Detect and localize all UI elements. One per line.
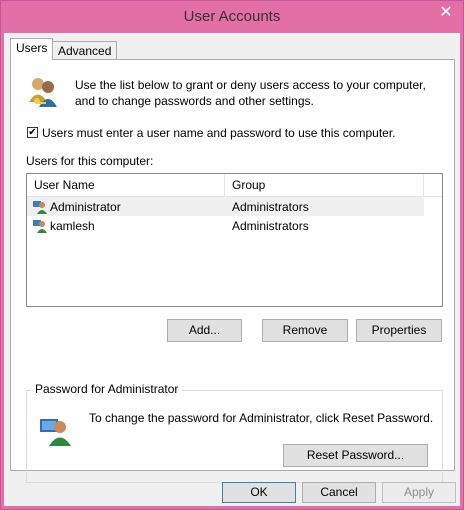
checkmark-icon: ✔: [28, 126, 37, 138]
user-accounts-window: User Accounts ✕ Users Advanced Use the l…: [0, 0, 464, 510]
column-divider[interactable]: [423, 174, 424, 196]
users-list[interactable]: User Name Group Administrator Administra…: [26, 173, 443, 307]
password-instructions: To change the password for Administrator…: [89, 411, 434, 425]
window-title: User Accounts: [183, 8, 281, 25]
intro-line-1: Use the list below to grant or deny user…: [75, 78, 426, 92]
password-groupbox: To change the password for Administrator…: [26, 390, 443, 483]
password-group-title: Password for Administrator: [31, 382, 183, 396]
user-icon: [33, 220, 47, 233]
user-name-cell: Administrator: [50, 200, 121, 214]
column-header-user-name[interactable]: User Name: [34, 178, 95, 192]
reset-password-button[interactable]: Reset Password...: [283, 444, 428, 467]
intro-text: Use the list below to grant or deny user…: [75, 77, 445, 109]
intro-line-2: and to change passwords and other settin…: [75, 94, 314, 108]
column-divider[interactable]: [224, 174, 225, 196]
require-password-checkbox[interactable]: ✔: [27, 127, 38, 138]
apply-button[interactable]: Apply: [382, 482, 456, 503]
user-name-cell: kamlesh: [50, 219, 95, 233]
users-list-label: Users for this computer:: [26, 154, 154, 168]
table-row[interactable]: kamlesh Administrators: [27, 216, 424, 235]
group-cell: Administrators: [232, 200, 309, 214]
title-bar[interactable]: User Accounts ✕: [1, 1, 463, 33]
cancel-button[interactable]: Cancel: [302, 482, 376, 503]
remove-button[interactable]: Remove: [262, 319, 348, 342]
dialog-client-area: Users Advanced Use the list below to gra…: [4, 33, 460, 506]
close-icon: ✕: [439, 3, 453, 21]
properties-button[interactable]: Properties: [356, 319, 442, 342]
admin-user-icon: [33, 201, 47, 214]
users-icon: [29, 78, 57, 107]
tab-advanced[interactable]: Advanced: [52, 41, 118, 61]
close-button[interactable]: ✕: [433, 2, 459, 21]
require-password-label[interactable]: Users must enter a user name and passwor…: [42, 126, 396, 140]
users-tab-panel: Use the list below to grant or deny user…: [10, 59, 455, 483]
column-header-group[interactable]: Group: [232, 178, 265, 192]
tab-users[interactable]: Users: [10, 38, 54, 60]
list-header: User Name Group: [27, 174, 442, 197]
group-cell: Administrators: [232, 219, 309, 233]
ok-button[interactable]: OK: [222, 482, 296, 503]
table-row[interactable]: Administrator Administrators: [27, 197, 424, 216]
add-button[interactable]: Add...: [167, 319, 242, 342]
admin-user-icon: [40, 419, 71, 446]
